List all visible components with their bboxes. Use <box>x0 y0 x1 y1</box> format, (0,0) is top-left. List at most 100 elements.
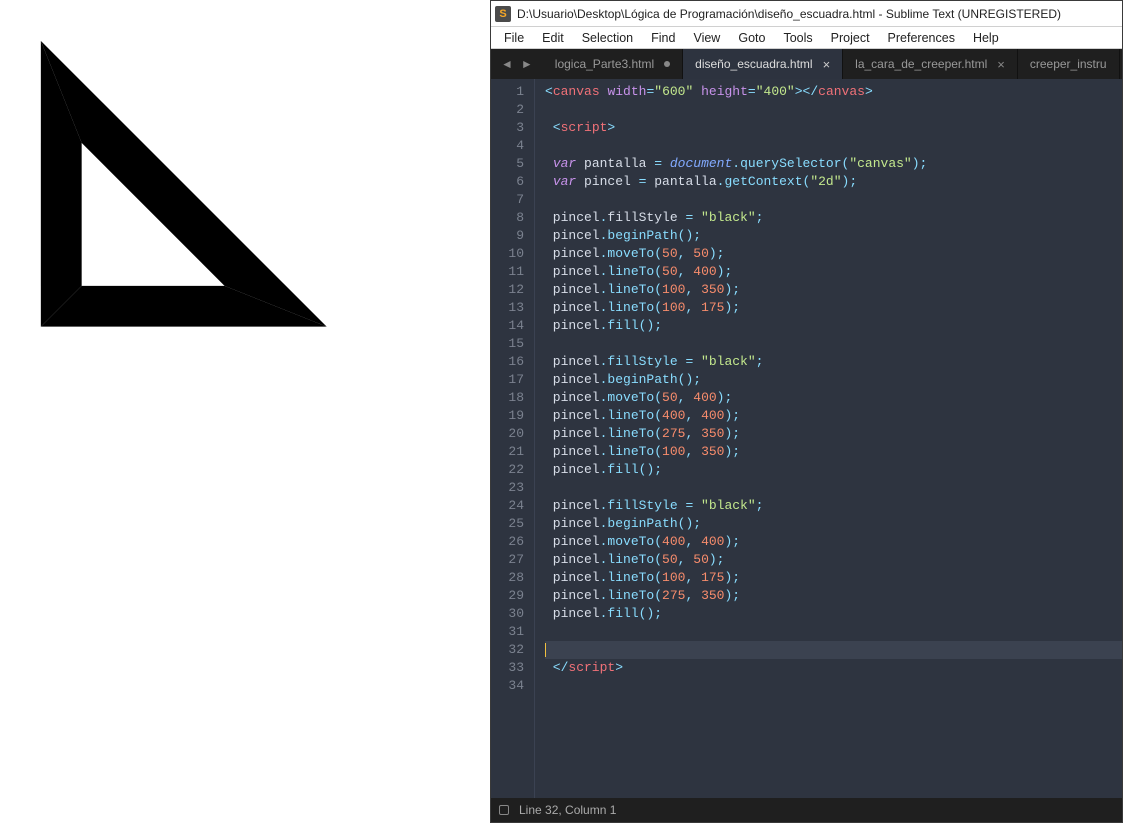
line-number: 19 <box>491 407 524 425</box>
tab-label: logica_Parte3.html <box>555 57 654 71</box>
code-line[interactable]: pincel.lineTo(400, 400); <box>545 407 1122 425</box>
line-number: 32 <box>491 641 524 659</box>
line-number: 16 <box>491 353 524 371</box>
sublime-window: S D:\Usuario\Desktop\Lógica de Programac… <box>490 0 1123 823</box>
line-number: 8 <box>491 209 524 227</box>
code-line[interactable] <box>545 335 1122 353</box>
line-number: 2 <box>491 101 524 119</box>
browser-preview <box>0 0 490 823</box>
code-line[interactable]: pincel.beginPath(); <box>545 227 1122 245</box>
sublime-icon: S <box>495 6 511 22</box>
menu-tools[interactable]: Tools <box>774 29 821 47</box>
line-number: 27 <box>491 551 524 569</box>
code-line[interactable]: var pantalla = document.querySelector("c… <box>545 155 1122 173</box>
line-number: 4 <box>491 137 524 155</box>
code-line[interactable]: <script> <box>545 119 1122 137</box>
tab-label: diseño_escuadra.html <box>695 57 812 71</box>
menu-find[interactable]: Find <box>642 29 684 47</box>
line-number: 3 <box>491 119 524 137</box>
line-number: 25 <box>491 515 524 533</box>
code-line[interactable]: pincel.fill(); <box>545 317 1122 335</box>
triangle-path <box>41 41 327 327</box>
line-number: 6 <box>491 173 524 191</box>
code-line[interactable]: pincel.lineTo(100, 175); <box>545 299 1122 317</box>
code-line[interactable]: pincel.fillStyle = "black"; <box>545 209 1122 227</box>
titlebar[interactable]: S D:\Usuario\Desktop\Lógica de Programac… <box>491 1 1122 27</box>
tabbar: ◄ ► logica_Parte3.html diseño_escuadra.ht… <box>491 49 1122 79</box>
line-number: 10 <box>491 245 524 263</box>
code-line[interactable] <box>545 641 1122 659</box>
line-number: 13 <box>491 299 524 317</box>
code-line[interactable]: var pincel = pantalla.getContext("2d"); <box>545 173 1122 191</box>
code-line[interactable]: pincel.moveTo(50, 50); <box>545 245 1122 263</box>
line-number: 31 <box>491 623 524 641</box>
line-number: 22 <box>491 461 524 479</box>
line-number: 17 <box>491 371 524 389</box>
tab-logica-parte3-html[interactable]: logica_Parte3.html <box>543 49 683 79</box>
line-number: 12 <box>491 281 524 299</box>
code-line[interactable]: pincel.lineTo(275, 350); <box>545 425 1122 443</box>
dirty-dot-icon <box>664 61 670 67</box>
line-number: 1 <box>491 83 524 101</box>
code-line[interactable]: pincel.lineTo(100, 175); <box>545 569 1122 587</box>
code-line[interactable]: pincel.fillStyle = "black"; <box>545 497 1122 515</box>
line-number: 33 <box>491 659 524 677</box>
code-line[interactable] <box>545 623 1122 641</box>
menu-selection[interactable]: Selection <box>573 29 642 47</box>
code-line[interactable] <box>545 101 1122 119</box>
gutter: 1234567891011121314151617181920212223242… <box>491 79 535 798</box>
canvas-output <box>0 0 490 420</box>
code-line[interactable]: pincel.moveTo(400, 400); <box>545 533 1122 551</box>
editor-body[interactable]: 1234567891011121314151617181920212223242… <box>491 79 1122 798</box>
line-number: 24 <box>491 497 524 515</box>
code-line[interactable]: pincel.fill(); <box>545 605 1122 623</box>
code-area[interactable]: <canvas width="600" height="400"></canva… <box>535 79 1122 798</box>
line-number: 28 <box>491 569 524 587</box>
code-line[interactable] <box>545 479 1122 497</box>
line-number: 11 <box>491 263 524 281</box>
menu-file[interactable]: File <box>495 29 533 47</box>
menu-view[interactable]: View <box>684 29 729 47</box>
code-line[interactable] <box>545 677 1122 695</box>
line-number: 34 <box>491 677 524 695</box>
menu-edit[interactable]: Edit <box>533 29 573 47</box>
line-number: 21 <box>491 443 524 461</box>
menu-preferences[interactable]: Preferences <box>879 29 964 47</box>
code-line[interactable]: pincel.lineTo(275, 350); <box>545 587 1122 605</box>
menu-project[interactable]: Project <box>822 29 879 47</box>
line-number: 18 <box>491 389 524 407</box>
tab-label: la_cara_de_creeper.html <box>855 57 987 71</box>
code-line[interactable] <box>545 191 1122 209</box>
tab-prev-icon[interactable]: ◄ <box>501 57 513 71</box>
code-line[interactable]: pincel.beginPath(); <box>545 371 1122 389</box>
line-number: 26 <box>491 533 524 551</box>
code-line[interactable]: pincel.beginPath(); <box>545 515 1122 533</box>
code-line[interactable]: </script> <box>545 659 1122 677</box>
line-number: 29 <box>491 587 524 605</box>
menu-help[interactable]: Help <box>964 29 1008 47</box>
line-number: 23 <box>491 479 524 497</box>
tab-nav[interactable]: ◄ ► <box>491 49 543 79</box>
line-number: 9 <box>491 227 524 245</box>
code-line[interactable]: pincel.lineTo(100, 350); <box>545 281 1122 299</box>
code-line[interactable] <box>545 137 1122 155</box>
line-number: 7 <box>491 191 524 209</box>
code-line[interactable]: pincel.lineTo(100, 350); <box>545 443 1122 461</box>
tab-creeper-instru[interactable]: creeper_instru <box>1018 49 1120 79</box>
line-number: 15 <box>491 335 524 353</box>
tab-next-icon[interactable]: ► <box>521 57 533 71</box>
menu-goto[interactable]: Goto <box>729 29 774 47</box>
window-title: D:\Usuario\Desktop\Lógica de Programació… <box>517 7 1061 21</box>
code-line[interactable]: pincel.lineTo(50, 400); <box>545 263 1122 281</box>
code-line[interactable]: <canvas width="600" height="400"></canva… <box>545 83 1122 101</box>
code-line[interactable]: pincel.lineTo(50, 50); <box>545 551 1122 569</box>
statusbar-panel-icon[interactable] <box>499 805 509 815</box>
code-line[interactable]: pincel.fillStyle = "black"; <box>545 353 1122 371</box>
code-line[interactable]: pincel.fill(); <box>545 461 1122 479</box>
line-number: 20 <box>491 425 524 443</box>
close-icon[interactable]: × <box>997 57 1005 72</box>
code-line[interactable]: pincel.moveTo(50, 400); <box>545 389 1122 407</box>
close-icon[interactable]: × <box>823 57 831 72</box>
tab-la-cara-de-creeper-html[interactable]: la_cara_de_creeper.html × <box>843 49 1018 79</box>
tab-dise-o-escuadra-html[interactable]: diseño_escuadra.html × <box>683 49 843 79</box>
